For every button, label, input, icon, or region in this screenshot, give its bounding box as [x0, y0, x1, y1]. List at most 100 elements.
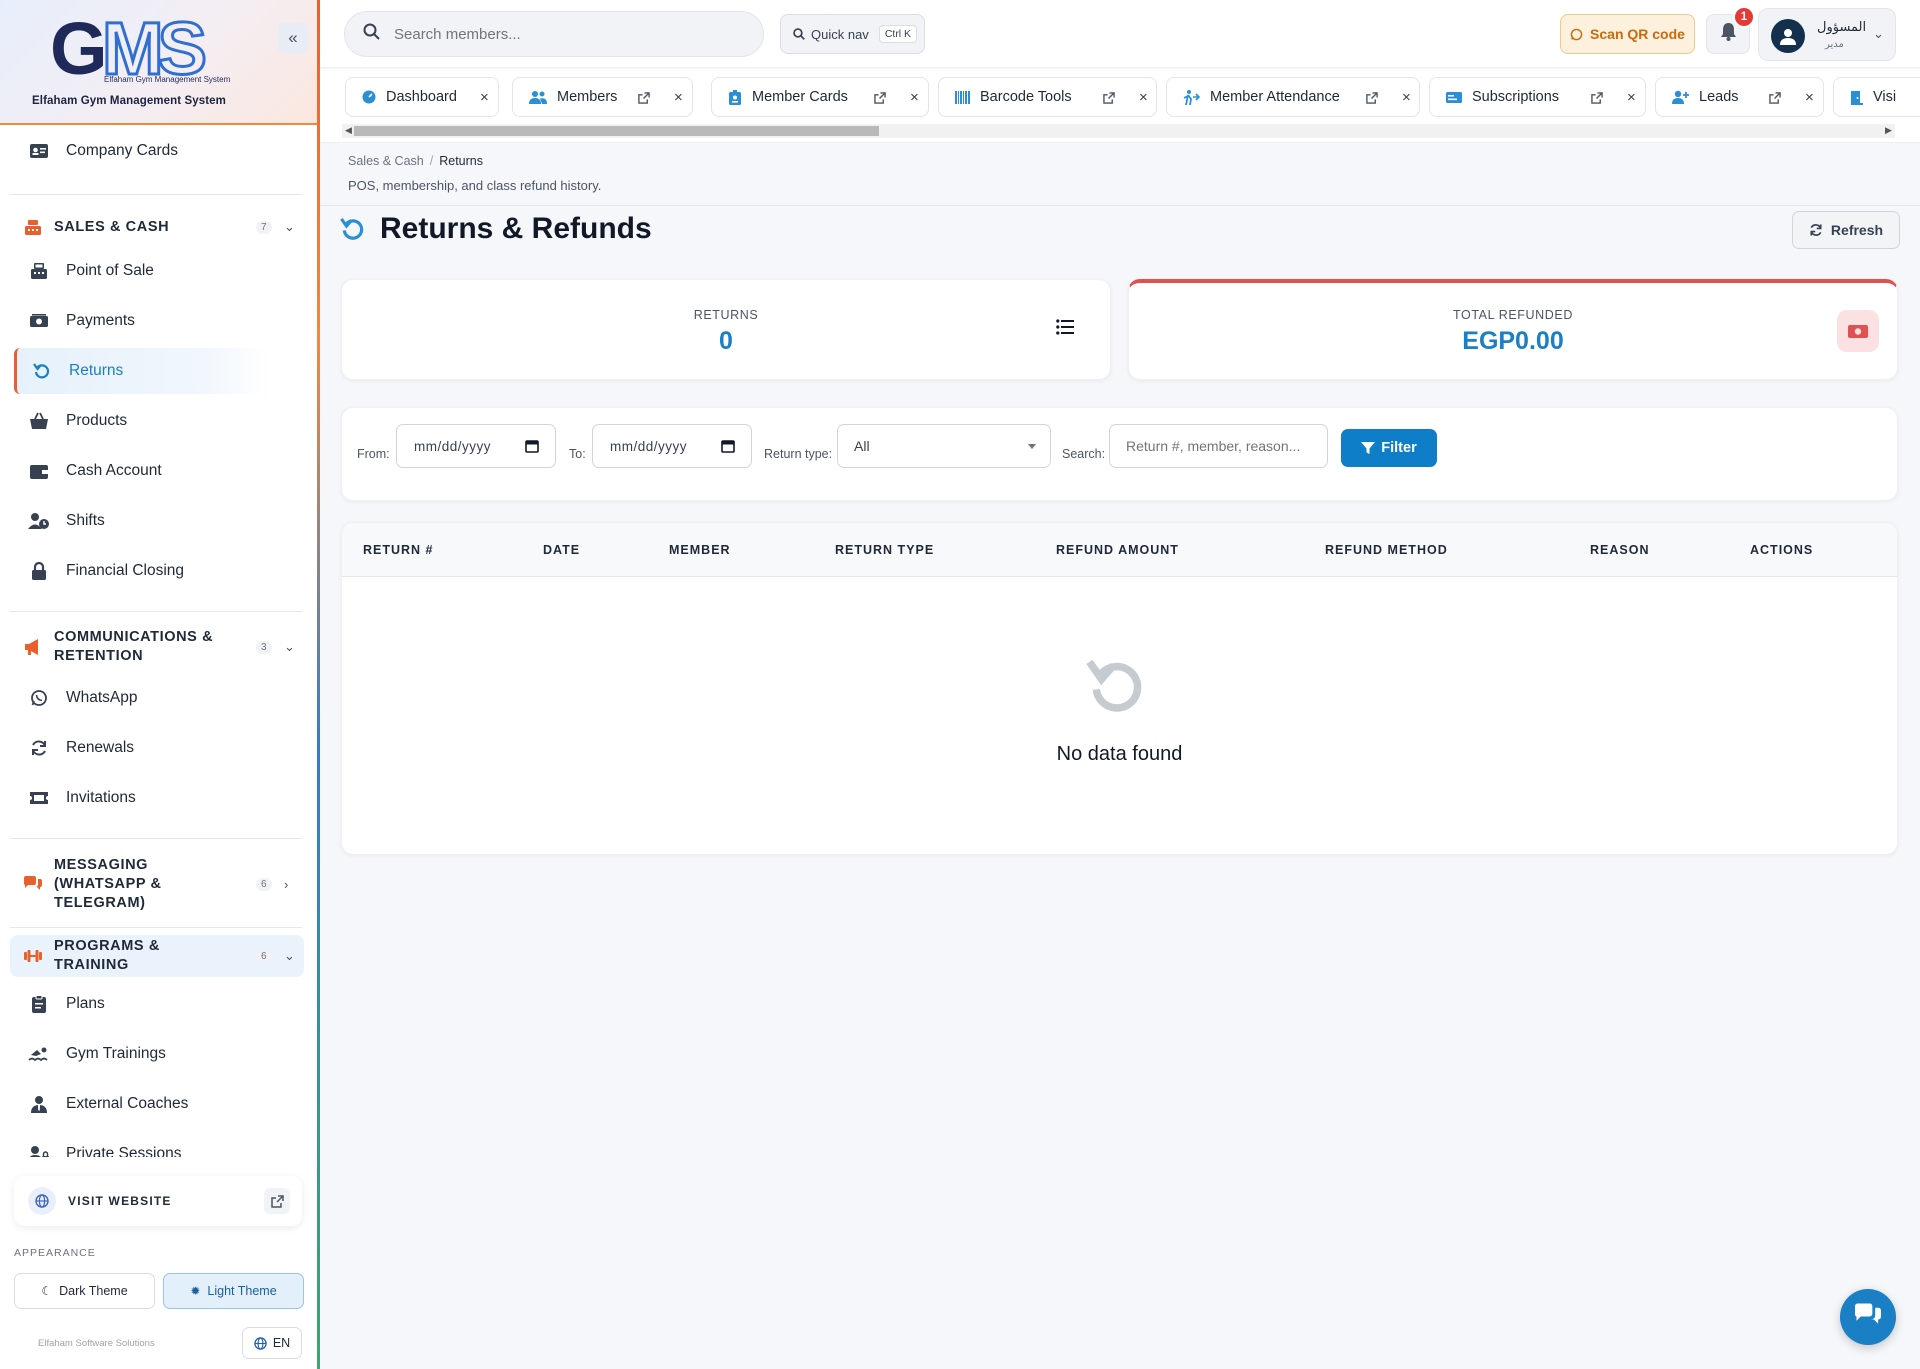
to-date-input[interactable]: mm/dd/yyyy	[592, 424, 752, 468]
external-link-icon[interactable]	[1103, 92, 1115, 104]
external-link-icon[interactable]	[1366, 92, 1378, 104]
member-search[interactable]	[344, 11, 764, 57]
close-tab-icon[interactable]: ×	[1805, 89, 1814, 106]
tab-members[interactable]: Members ×	[512, 77, 693, 117]
tab-leads[interactable]: Leads ×	[1655, 77, 1824, 117]
close-tab-icon[interactable]: ×	[910, 89, 919, 106]
door-icon	[1850, 90, 1863, 105]
sidebar-item-external-coaches[interactable]: External Coaches	[14, 1081, 304, 1127]
sidebar: G MS Elfaham Gym Management System Elfah…	[0, 0, 317, 1369]
scan-qr-button[interactable]: Scan QR code	[1560, 14, 1695, 54]
chat-support-button[interactable]	[1840, 1289, 1896, 1345]
sidebar-item-point-of-sale[interactable]: Point of Sale	[14, 248, 304, 294]
column-header[interactable]: REFUND AMOUNT	[1056, 543, 1179, 557]
search-icon	[363, 23, 380, 45]
close-tab-icon[interactable]: ×	[1402, 89, 1411, 106]
column-header[interactable]: RETURN TYPE	[835, 543, 934, 557]
group-messaging[interactable]: MESSAGING (WHATSAPP & TELEGRAM) 6 ›	[10, 849, 304, 919]
tab-dashboard[interactable]: Dashboard ×	[345, 77, 499, 117]
sidebar-item-label: Shifts	[66, 512, 105, 529]
scroll-right-arrow-icon[interactable]: ▶	[1885, 125, 1892, 136]
group-communications-retention[interactable]: COMMUNICATIONS & RETENTION 3 ⌄	[10, 621, 304, 673]
external-link-icon[interactable]	[1769, 92, 1781, 104]
sidebar-item-invitations[interactable]: Invitations	[14, 775, 304, 821]
visit-website-button[interactable]: VISIT WEBSITE	[14, 1176, 302, 1226]
sidebar-item-cash-account[interactable]: Cash Account	[14, 448, 304, 494]
dumbbell-icon	[22, 948, 44, 964]
collapse-sidebar-button[interactable]: «	[278, 23, 308, 53]
chevron-down-icon: ⌄	[284, 948, 295, 963]
search-label: Search:	[1062, 447, 1106, 461]
sidebar-item-shifts[interactable]: Shifts	[14, 498, 304, 544]
returns-search[interactable]	[1109, 424, 1328, 468]
group-count-badge: 7	[256, 220, 272, 234]
id-badge-icon	[728, 89, 742, 105]
dark-theme-label: Dark Theme	[59, 1284, 128, 1298]
close-tab-icon[interactable]: ×	[1627, 89, 1636, 106]
close-tab-icon[interactable]: ×	[480, 89, 489, 106]
calendar-icon[interactable]	[721, 439, 735, 456]
page-description: POS, membership, and class refund histor…	[348, 178, 602, 193]
chevron-down-icon: ⌄	[284, 639, 295, 654]
column-header[interactable]: DATE	[543, 543, 580, 557]
returns-table: RETURN # DATE MEMBER RETURN TYPE REFUND …	[341, 522, 1898, 855]
tabs-horizontal-scrollbar[interactable]: ◀ ▶	[342, 124, 1895, 138]
quick-nav-label: Quick nav	[811, 26, 869, 42]
calendar-icon[interactable]	[525, 439, 539, 456]
light-theme-button[interactable]: ✹ Light Theme	[163, 1273, 304, 1309]
returns-search-input[interactable]	[1126, 438, 1316, 454]
tab-visits[interactable]: Visi	[1833, 77, 1920, 117]
sidebar-item-payments[interactable]: Payments	[14, 298, 304, 344]
close-tab-icon[interactable]: ×	[674, 89, 683, 106]
group-label: PROGRAMS & TRAINING	[54, 938, 160, 973]
refresh-label: Refresh	[1830, 222, 1884, 238]
megaphone-icon	[22, 638, 44, 656]
sidebar-item-whatsapp[interactable]: WhatsApp	[14, 675, 304, 721]
sync-icon	[28, 737, 50, 759]
column-header[interactable]: RETURN #	[363, 543, 434, 557]
sidebar-item-private-sessions[interactable]: Private Sessions	[14, 1131, 304, 1157]
return-type-select[interactable]: All	[837, 424, 1051, 468]
chevron-right-icon: ›	[284, 876, 289, 892]
sidebar-item-returns[interactable]: Returns	[14, 348, 270, 394]
dark-theme-button[interactable]: ☾ Dark Theme	[14, 1273, 155, 1309]
sidebar-item-products[interactable]: Products	[14, 398, 304, 444]
group-programs-training[interactable]: PROGRAMS & TRAINING 6 ⌄	[10, 935, 304, 977]
breadcrumb-parent[interactable]: Sales & Cash	[348, 154, 424, 168]
page-title: Returns & Refunds	[380, 212, 652, 245]
divider	[10, 927, 302, 928]
group-label: COMMUNICATIONS & RETENTION	[54, 629, 214, 664]
filter-button[interactable]: Filter	[1341, 429, 1437, 467]
close-tab-icon[interactable]: ×	[1139, 89, 1148, 106]
sidebar-nav[interactable]: Company Cards SALES & CASH 7 ⌄ Point of …	[0, 127, 317, 1157]
external-link-icon[interactable]	[874, 92, 886, 104]
chevron-down-icon: ⌄	[1873, 26, 1884, 41]
tab-subscriptions[interactable]: Subscriptions ×	[1429, 77, 1646, 117]
lock-icon	[28, 560, 50, 582]
refresh-button[interactable]: Refresh	[1792, 211, 1900, 249]
sidebar-item-plans[interactable]: Plans	[14, 981, 304, 1027]
scroll-left-arrow-icon[interactable]: ◀	[345, 125, 352, 136]
sidebar-item-renewals[interactable]: Renewals	[14, 725, 304, 771]
external-link-icon[interactable]	[638, 92, 650, 104]
group-sales-cash[interactable]: SALES & CASH 7 ⌄	[10, 205, 304, 249]
column-header[interactable]: REASON	[1590, 543, 1649, 557]
column-header[interactable]: ACTIONS	[1750, 543, 1813, 557]
column-header[interactable]: REFUND METHOD	[1325, 543, 1448, 557]
tab-barcode-tools[interactable]: Barcode Tools ×	[938, 77, 1157, 117]
external-link-icon[interactable]	[1591, 92, 1603, 104]
group-count-badge: 6	[256, 949, 272, 963]
quick-nav-button[interactable]: Quick nav Ctrl K	[780, 14, 925, 54]
tab-member-attendance[interactable]: Member Attendance ×	[1166, 77, 1420, 117]
from-date-input[interactable]: mm/dd/yyyy	[396, 424, 556, 468]
search-input[interactable]	[394, 25, 734, 43]
sidebar-item-company-cards[interactable]: Company Cards	[14, 128, 304, 174]
sidebar-item-financial-closing[interactable]: Financial Closing	[14, 548, 304, 594]
sidebar-item-gym-trainings[interactable]: Gym Trainings	[14, 1031, 304, 1077]
user-plus-icon	[1672, 90, 1689, 104]
column-header[interactable]: MEMBER	[669, 543, 731, 557]
scrollbar-thumb[interactable]	[354, 126, 879, 136]
user-menu-button[interactable]: المسؤول مدير ⌄	[1758, 8, 1896, 61]
tab-member-cards[interactable]: Member Cards ×	[711, 77, 929, 117]
language-button[interactable]: EN	[242, 1327, 302, 1359]
